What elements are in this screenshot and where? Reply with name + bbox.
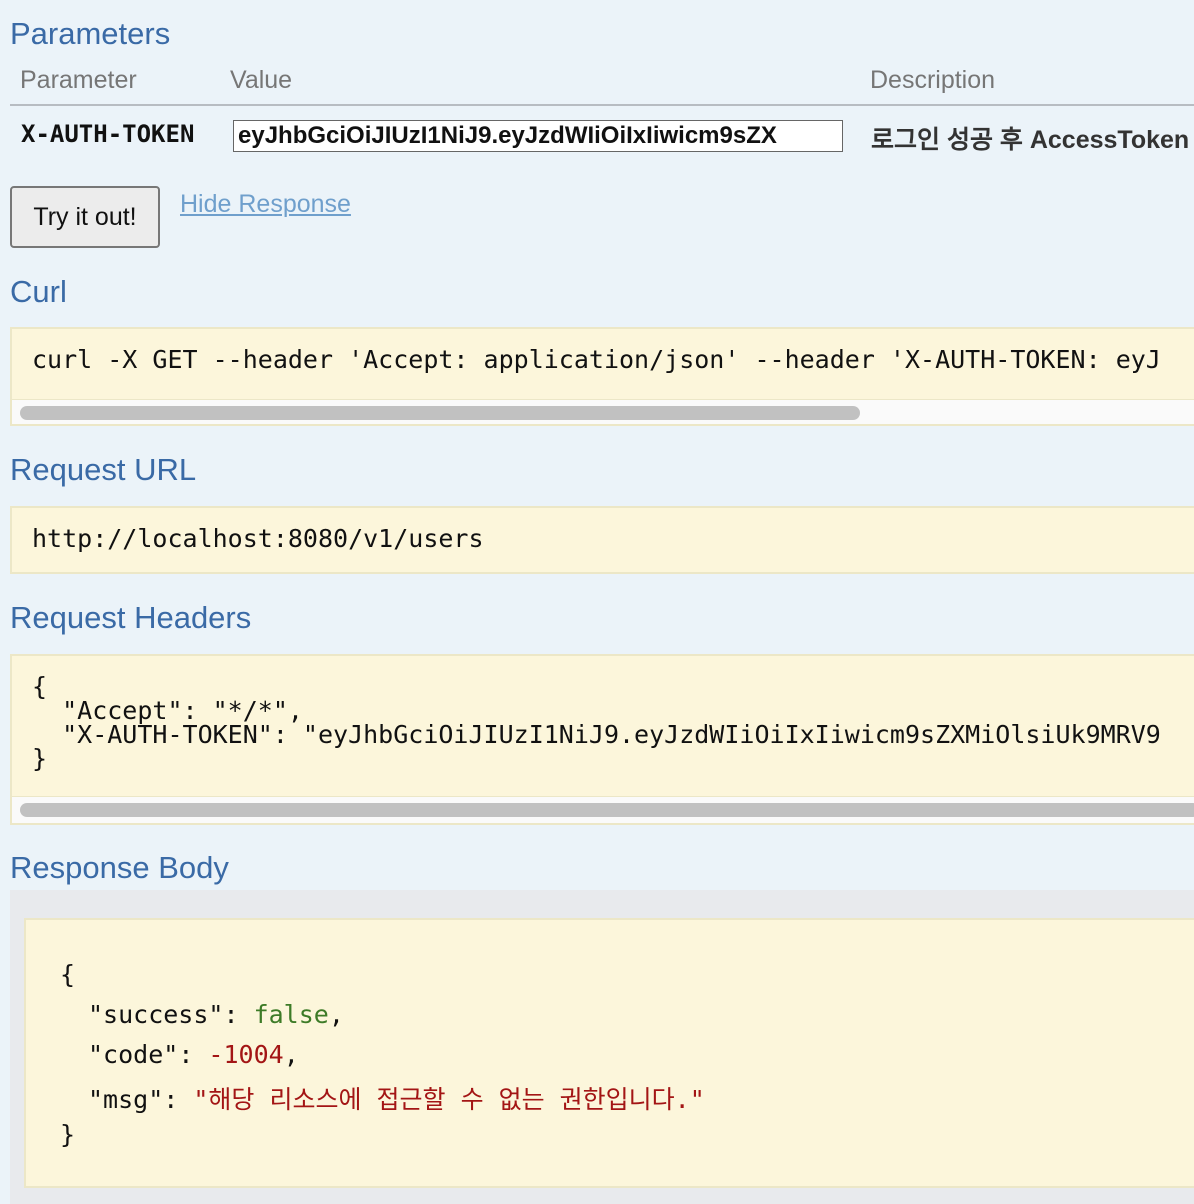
parameter-description: 로그인 성공 후 AccessToken: [871, 126, 1190, 154]
curl-scrollbar-thumb[interactable]: [20, 406, 860, 420]
parameters-table-header: Parameter Value Description: [10, 62, 1194, 106]
parameter-name: X-AUTH-TOKEN: [21, 120, 195, 148]
swagger-response-panel: Parameters Parameter Value Description X…: [0, 0, 1194, 1204]
hide-response-link[interactable]: Hide Response: [180, 190, 351, 219]
request-url-block: http://localhost:8080/v1/users: [10, 506, 1194, 574]
table-row: X-AUTH-TOKEN 로그인 성공 후 AccessToken: [10, 106, 1194, 164]
parameters-title: Parameters: [10, 16, 171, 51]
headers-scrollbar[interactable]: [12, 796, 1194, 823]
header-parameter: Parameter: [20, 66, 137, 94]
response-msg-line: "msg": "해당 리소스에 접근할 수 없는 권한입니다.": [88, 1085, 705, 1114]
headers-close-brace: }: [32, 744, 48, 773]
response-success-line: "success": false,: [88, 1000, 344, 1029]
headers-scrollbar-thumb[interactable]: [20, 803, 1194, 817]
request-headers-block: { "Accept": "*/*", "X-AUTH-TOKEN": "eyJh…: [10, 654, 1194, 825]
response-open-brace: {: [60, 960, 76, 989]
request-headers-title: Request Headers: [10, 600, 252, 635]
headers-token-line: "X-AUTH-TOKEN": "eyJhbGciOiJIUzI1NiJ9.ey…: [32, 720, 1161, 749]
try-it-out-button[interactable]: Try it out!: [10, 186, 160, 248]
response-body-code: { "success": false, "code": -1004, "msg"…: [24, 918, 1194, 1188]
success-key: "success": [88, 1000, 224, 1029]
response-code-line: "code": -1004,: [88, 1040, 299, 1069]
parameters-table: Parameter Value Description X-AUTH-TOKEN…: [10, 62, 1194, 164]
response-close-brace: }: [60, 1120, 76, 1149]
request-url-value: http://localhost:8080/v1/users: [32, 524, 484, 553]
msg-key: "msg": [88, 1085, 164, 1114]
header-description: Description: [870, 66, 996, 94]
response-body-title: Response Body: [10, 850, 229, 885]
code-value: -1004: [208, 1040, 284, 1069]
x-auth-token-input[interactable]: [233, 120, 843, 152]
curl-code-block: curl -X GET --header 'Accept: applicatio…: [10, 327, 1194, 426]
curl-scrollbar[interactable]: [12, 399, 1194, 424]
success-value: false: [253, 1000, 329, 1029]
code-key: "code": [88, 1040, 179, 1069]
header-value: Value: [230, 66, 293, 94]
curl-title: Curl: [10, 274, 67, 309]
msg-value: "해당 리소스에 접근할 수 없는 권한입니다.": [193, 1085, 705, 1114]
curl-command: curl -X GET --header 'Accept: applicatio…: [32, 345, 1161, 374]
request-url-title: Request URL: [10, 452, 197, 487]
response-body-container: { "success": false, "code": -1004, "msg"…: [10, 890, 1194, 1204]
